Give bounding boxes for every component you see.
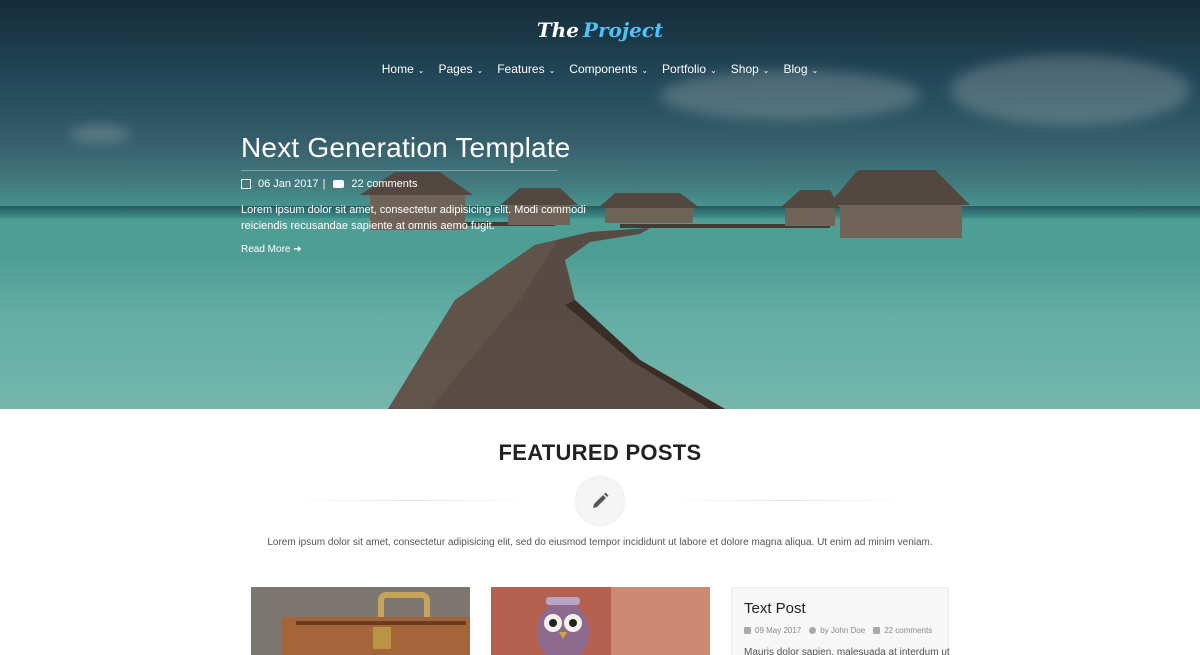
meta-separator: | — [322, 178, 326, 190]
pencil-icon-circle — [575, 476, 625, 526]
separator-line-right — [670, 500, 905, 501]
chevron-down-icon: ⌄ — [710, 65, 717, 75]
chevron-down-icon: ⌄ — [417, 65, 425, 75]
nav-item-pages[interactable]: Pages ⌄ — [431, 62, 490, 76]
chevron-down-icon: ⌄ — [548, 65, 556, 75]
logo-text-primary: The — [536, 18, 579, 42]
text-post-author[interactable]: by John Doe — [820, 626, 865, 635]
text-post-date: 09 May 2017 — [755, 626, 802, 635]
hero-meta: 06 Jan 2017 | 22 comments — [241, 178, 621, 190]
chevron-down-icon: ⌄ — [762, 65, 770, 75]
nav-label: Home — [381, 62, 414, 76]
nav-label: Components — [569, 62, 638, 76]
nav-label: Features — [497, 62, 545, 76]
toy-owl-image — [491, 587, 710, 655]
text-post-comments[interactable]: 22 comments — [884, 626, 932, 635]
hero-description: Lorem ipsum dolor sit amet, consectetur … — [241, 204, 586, 232]
hero-title[interactable]: Next Generation Template — [241, 132, 570, 171]
nav-item-features[interactable]: Features ⌄ — [490, 62, 562, 76]
separator-line-left — [295, 500, 530, 501]
nav-label: Shop — [730, 62, 759, 76]
hero-date: 06 Jan 2017 — [258, 178, 319, 190]
hero-comments-link[interactable]: 22 comments — [351, 178, 417, 190]
comments-icon — [873, 627, 881, 634]
main-nav: Home ⌄ Pages ⌄ Features ⌄ Components ⌄ Portf… — [0, 62, 1200, 76]
read-more-label: Read More — [241, 244, 291, 255]
text-post-meta: 09 May 2017 by John Doe 22 comments — [744, 626, 936, 635]
nav-label: Pages — [438, 62, 473, 76]
section-description: Lorem ipsum dolor sit amet, consectetur … — [267, 537, 933, 548]
hero-caption: Next Generation Template 06 Jan 2017 | 2… — [241, 132, 621, 257]
site-logo[interactable]: The Project — [0, 18, 1200, 42]
nav-item-components[interactable]: Components ⌄ — [562, 62, 655, 76]
hero-banner: The Project Home ⌄ Pages ⌄ Features ⌄ Compon… — [0, 0, 1200, 409]
nav-item-shop[interactable]: Shop ⌄ — [724, 62, 777, 76]
user-icon — [809, 627, 817, 634]
calendar-icon — [241, 179, 251, 189]
nav-item-blog[interactable]: Blog ⌄ — [777, 62, 826, 76]
suitcase-image — [251, 587, 470, 655]
post-image-suitcase[interactable] — [251, 587, 470, 655]
read-more-link[interactable]: Read More ➔ — [241, 244, 302, 255]
nav-item-home[interactable]: Home ⌄ — [375, 62, 432, 76]
chevron-down-icon: ⌄ — [476, 65, 484, 75]
nav-label: Blog — [783, 62, 808, 76]
text-post-excerpt: Mauris dolor sapien, malesuada at interd… — [744, 647, 950, 655]
section-title: FEATURED POSTS — [498, 440, 702, 465]
pencil-icon — [593, 492, 609, 508]
text-post-card[interactable]: Text Post 09 May 2017 by John Doe 22 com… — [731, 587, 950, 655]
chevron-down-icon: ⌄ — [641, 65, 649, 75]
chevron-down-icon: ⌄ — [811, 65, 819, 75]
nav-label: Portfolio — [662, 62, 707, 76]
nav-item-portfolio[interactable]: Portfolio ⌄ — [655, 62, 724, 76]
text-post-title[interactable]: Text Post — [744, 600, 936, 617]
logo-text-accent: Project — [582, 18, 664, 42]
arrow-right-icon: ➔ — [293, 244, 302, 255]
post-image-toy[interactable] — [491, 587, 710, 655]
calendar-icon — [744, 627, 751, 634]
comments-icon — [333, 180, 345, 188]
